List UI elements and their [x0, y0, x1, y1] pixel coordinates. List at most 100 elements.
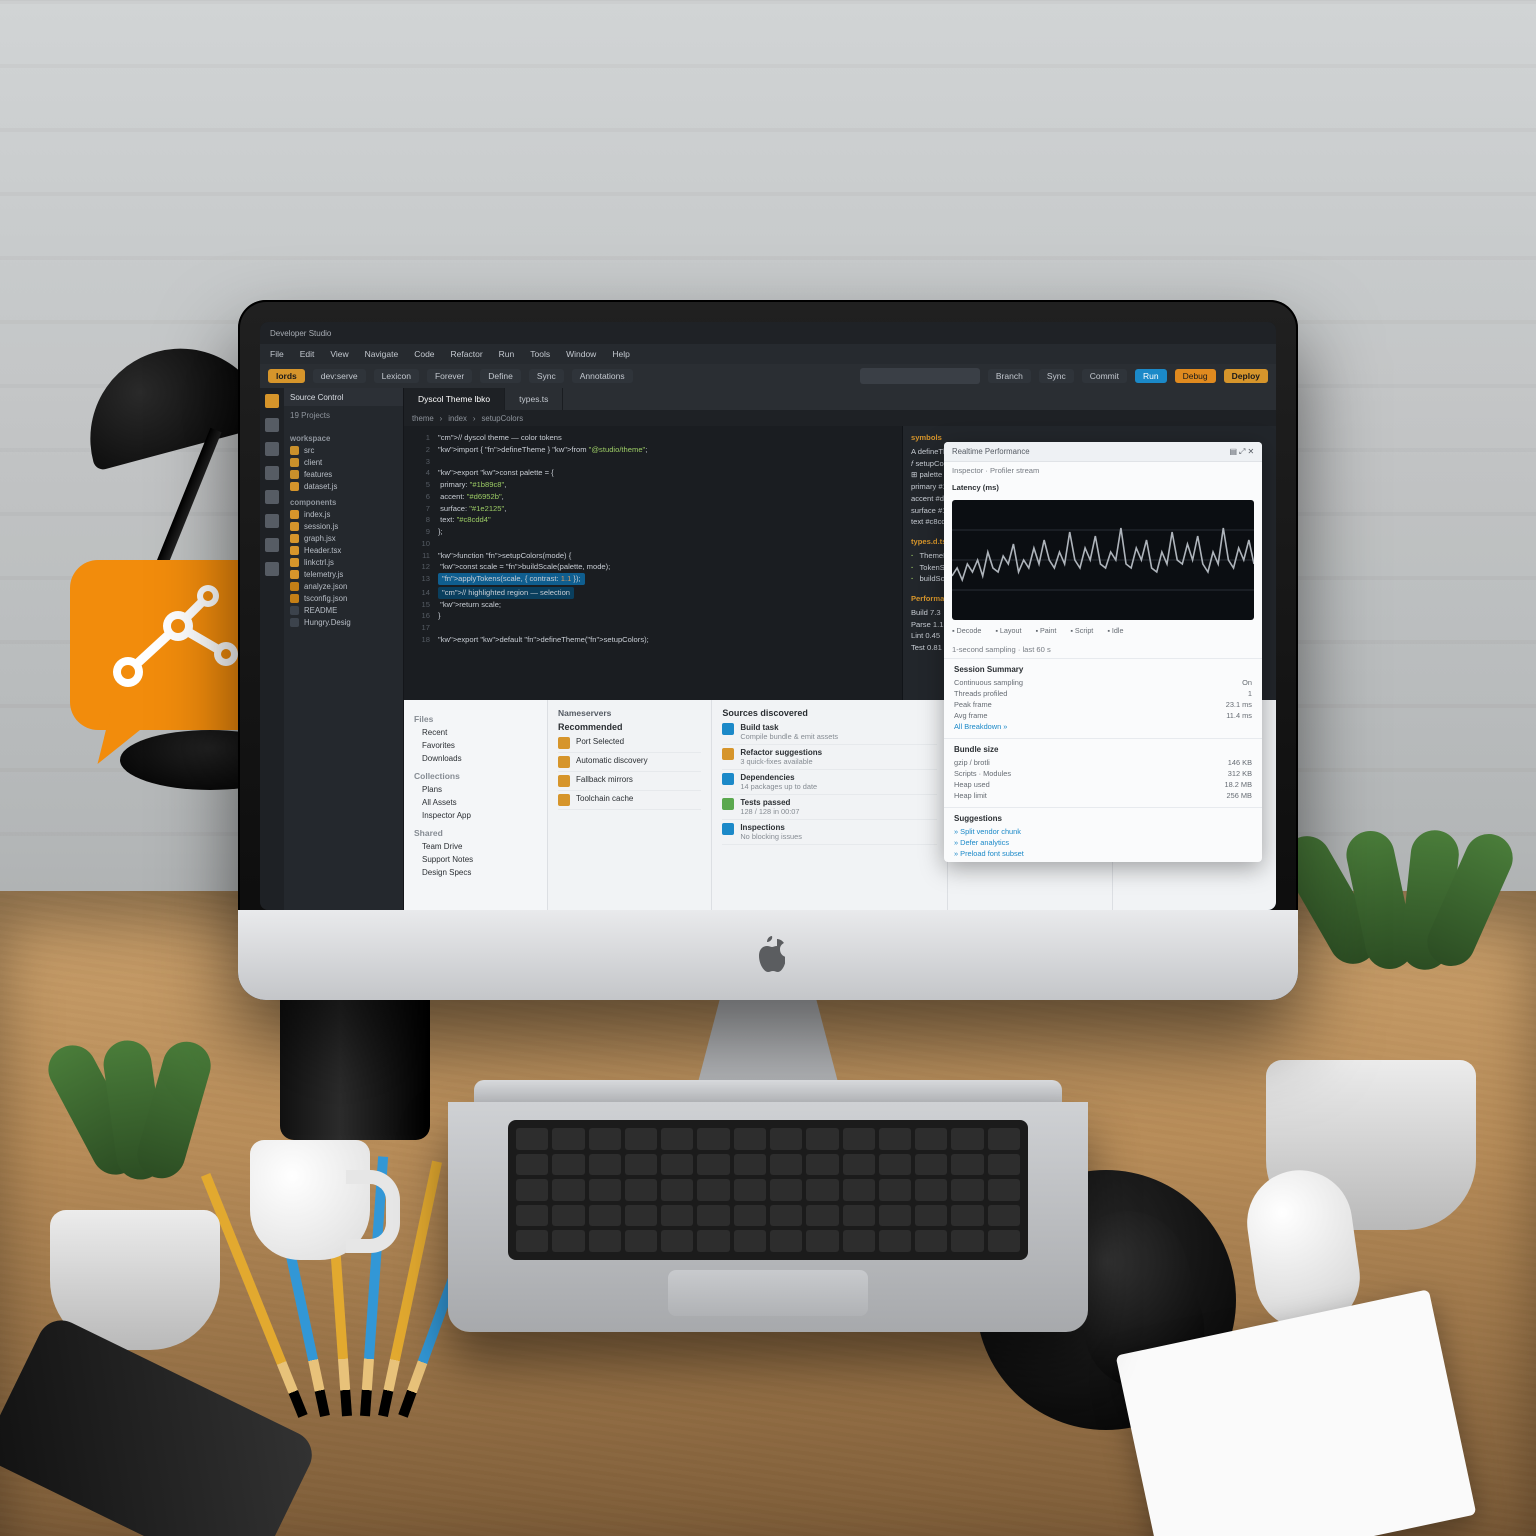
sidebar-item[interactable]: Team Drive [414, 840, 537, 853]
explorer-item[interactable]: dataset.js [284, 480, 403, 492]
breadcrumb-segment[interactable]: index [448, 414, 467, 423]
window-controls-icon[interactable]: ▤ ⤢ ✕ [1230, 447, 1254, 457]
menu-edit[interactable]: Edit [300, 349, 315, 359]
code-line[interactable]: 9}; [412, 526, 894, 538]
menu-code[interactable]: Code [414, 349, 434, 359]
code-line[interactable]: 8 text: "#c8cdd4" [412, 514, 894, 526]
code-line[interactable]: 13 "fn">applyTokens(scale, { contrast: 1… [412, 573, 894, 585]
list-item[interactable]: Dependencies14 packages up to date [722, 770, 937, 795]
code-editor[interactable]: 1"cm">// dyscol theme — color tokens2"kw… [404, 426, 903, 700]
toolbar-branch[interactable]: Branch [988, 369, 1031, 383]
menu-window[interactable]: Window [566, 349, 596, 359]
explorer-item[interactable]: graph.jsx [284, 532, 403, 544]
explorer-item[interactable]: tsconfig.json [284, 592, 403, 604]
run-button[interactable]: Run [1135, 369, 1167, 383]
toolbar-sync[interactable]: Sync [1039, 369, 1074, 383]
code-line[interactable]: 2"kw">import { "fn">defineTheme } "kw">f… [412, 444, 894, 456]
explorer-item[interactable]: session.js [284, 520, 403, 532]
menu-tools[interactable]: Tools [530, 349, 550, 359]
code-line[interactable]: 11"kw">function "fn">setupColors(mode) { [412, 550, 894, 562]
code-line[interactable]: 4"kw">export "kw">const palette = { [412, 467, 894, 479]
window-titlebar[interactable]: Developer Studio [260, 322, 1276, 344]
menu-run[interactable]: Run [499, 349, 515, 359]
toolbar-annotations[interactable]: Annotations [572, 369, 633, 383]
code-line[interactable]: 7 surface: "#1e2125", [412, 503, 894, 515]
code-line[interactable]: 5 primary: "#1b89c8", [412, 479, 894, 491]
code-line[interactable]: 6 accent: "#d6952b", [412, 491, 894, 503]
explorer-item[interactable]: linkctrl.js [284, 556, 403, 568]
sidebar-item[interactable]: Plans [414, 783, 537, 796]
sidebar-item[interactable]: Downloads [414, 752, 537, 765]
code-line[interactable]: 14 "cm">// highlighted region — selectio… [412, 585, 894, 599]
code-line[interactable]: 18"kw">export "kw">default "fn">defineTh… [412, 634, 894, 646]
toolbar-search-input[interactable] [860, 368, 980, 384]
code-line[interactable]: 16} [412, 610, 894, 622]
telemetry-panel[interactable]: Realtime Performance ▤ ⤢ ✕ Inspector · P… [944, 442, 1262, 862]
sidebar-item[interactable]: Design Specs [414, 866, 537, 879]
run-config-picker[interactable]: dev:serve [313, 369, 366, 383]
explorer-item[interactable]: src [284, 444, 403, 456]
list-item[interactable]: Automatic discovery [558, 753, 701, 772]
code-line[interactable]: 1"cm">// dyscol theme — color tokens [412, 432, 894, 444]
explorer-item[interactable]: components [284, 496, 403, 508]
explorer-item[interactable]: Header.tsx [284, 544, 403, 556]
explorer-item[interactable]: workspace [284, 432, 403, 444]
tests-icon[interactable] [265, 514, 279, 528]
code-line[interactable]: 3 [412, 456, 894, 468]
explorer-item[interactable]: analyze.json [284, 580, 403, 592]
sidebar-item[interactable]: Support Notes [414, 853, 537, 866]
project-icon[interactable] [265, 394, 279, 408]
code-line[interactable]: 15 "kw">return scale; [412, 599, 894, 611]
list-item[interactable]: Refactor suggestions3 quick-fixes availa… [722, 745, 937, 770]
deploy-button[interactable]: Deploy [1224, 369, 1268, 383]
menu-bar[interactable]: File Edit View Navigate Code Refactor Run Tools… [260, 344, 1276, 364]
sidebar-item[interactable]: Favorites [414, 739, 537, 752]
explorer-item[interactable]: telemetry.js [284, 568, 403, 580]
code-line[interactable]: 12 "kw">const scale = "fn">buildScale(pa… [412, 561, 894, 573]
code-line[interactable]: 17 [412, 622, 894, 634]
menu-file[interactable]: File [270, 349, 284, 359]
breadcrumb-segment[interactable]: setupColors [482, 414, 524, 423]
project-badge[interactable]: lords [268, 369, 305, 383]
toolbar-define[interactable]: Define [480, 369, 521, 383]
toolbar-forever[interactable]: Forever [427, 369, 472, 383]
toolbar-sync[interactable]: Sync [529, 369, 564, 383]
link[interactable]: All Breakdown » [954, 722, 1007, 731]
docker-icon[interactable] [265, 562, 279, 576]
breadcrumb-segment[interactable]: theme [412, 414, 434, 423]
list-item[interactable]: Fallback mirrors [558, 772, 701, 791]
list-item[interactable]: Port Selected [558, 734, 701, 753]
explorer-item[interactable]: client [284, 456, 403, 468]
menu-help[interactable]: Help [612, 349, 629, 359]
explorer-item[interactable]: Hungry.Desig [284, 616, 403, 628]
editor-tab[interactable]: Dyscol Theme lbko [404, 388, 505, 410]
search-icon[interactable] [265, 418, 279, 432]
finder-sidebar[interactable]: FilesRecentFavoritesDownloadsCollections… [404, 700, 548, 910]
sidebar-item[interactable]: Inspector App [414, 809, 537, 822]
menu-refactor[interactable]: Refactor [451, 349, 483, 359]
debug-icon[interactable] [265, 466, 279, 480]
project-explorer[interactable]: Source Control 19 Projects workspacesrcc… [284, 388, 404, 910]
menu-navigate[interactable]: Navigate [365, 349, 399, 359]
list-item[interactable]: InspectionsNo blocking issues [722, 820, 937, 845]
menu-view[interactable]: View [330, 349, 348, 359]
extensions-icon[interactable] [265, 490, 279, 504]
explorer-item[interactable]: index.js [284, 508, 403, 520]
git-icon[interactable] [265, 442, 279, 456]
list-item[interactable]: Toolchain cache [558, 791, 701, 810]
toolbar-lexicon[interactable]: Lexicon [374, 369, 419, 383]
editor-tab[interactable]: types.ts [505, 388, 563, 410]
panel-nameservers[interactable]: NameserversRecommendedPort SelectedAutom… [548, 700, 712, 910]
sidebar-item[interactable]: All Assets [414, 796, 537, 809]
toolbar-commit[interactable]: Commit [1082, 369, 1127, 383]
debug-button[interactable]: Debug [1175, 369, 1216, 383]
explorer-item[interactable]: README [284, 604, 403, 616]
list-item[interactable]: Build taskCompile bundle & emit assets [722, 720, 937, 745]
list-item[interactable]: Tests passed128 / 128 in 00:07 [722, 795, 937, 820]
code-line[interactable]: 10 [412, 538, 894, 550]
breadcrumb[interactable]: theme›index›setupColors [404, 410, 1276, 426]
explorer-item[interactable]: features [284, 468, 403, 480]
panel-sources[interactable]: Sources discoveredBuild taskCompile bund… [712, 700, 948, 910]
sidebar-item[interactable]: Recent [414, 726, 537, 739]
database-icon[interactable] [265, 538, 279, 552]
